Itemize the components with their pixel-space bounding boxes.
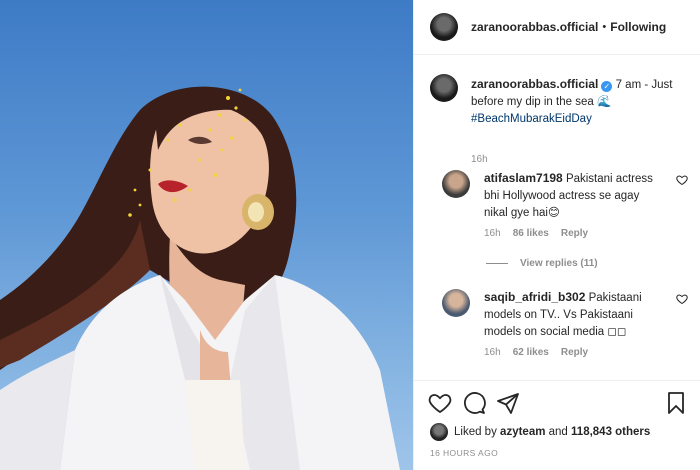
comment-reply-button[interactable]: Reply xyxy=(561,228,588,239)
commenter-username[interactable]: saqib_afridi_b302 xyxy=(484,290,585,304)
bookmark-icon[interactable] xyxy=(664,391,688,418)
photo-illustration xyxy=(0,86,400,470)
commenter-avatar[interactable] xyxy=(442,289,470,317)
verified-icon: ✓ xyxy=(601,81,613,92)
liked-by-prefix: Liked by xyxy=(454,426,497,438)
liker-username[interactable]: azyteam xyxy=(500,426,545,438)
instagram-post: zaranoorabbas.official • Following zaran… xyxy=(0,0,700,470)
following-button[interactable]: Following xyxy=(610,20,666,34)
likes-and: and xyxy=(548,426,568,438)
comment-like-heart-icon[interactable] xyxy=(676,293,688,308)
commenter-avatar[interactable] xyxy=(442,170,470,198)
caption-username[interactable]: zaranoorabbas.official xyxy=(471,77,598,91)
comment-likes[interactable]: 86 likes xyxy=(513,228,549,239)
comment-text-block: saqib_afridi_b302 Pakistaani models on T… xyxy=(484,289,664,341)
post-timestamp[interactable]: 16 HOURS AGO xyxy=(430,448,498,458)
comments-list[interactable]: zaranoorabbas.official ✓ 7 am - Just befo… xyxy=(414,56,700,380)
author-username[interactable]: zaranoorabbas.official xyxy=(471,20,598,34)
likes-summary: Liked by azyteam and 118,843 others xyxy=(430,423,650,441)
comment-reply-button[interactable]: Reply xyxy=(561,347,588,358)
post-side-panel: zaranoorabbas.official • Following zaran… xyxy=(413,0,700,470)
post-photo[interactable] xyxy=(0,0,413,470)
caption-avatar[interactable] xyxy=(430,74,458,102)
comment-likes[interactable]: 62 likes xyxy=(513,347,549,358)
liker-avatar[interactable] xyxy=(430,423,448,441)
wave-emoji: 🌊 xyxy=(596,96,612,108)
comment-meta: 16h 86 likes Reply xyxy=(484,228,588,239)
replies-divider xyxy=(486,263,508,264)
post-actions: Liked by azyteam and 118,843 others 16 H… xyxy=(414,380,700,470)
heart-icon[interactable] xyxy=(428,391,452,418)
comment-meta: 16h 62 likes Reply xyxy=(484,347,588,358)
comment-time[interactable]: 16h xyxy=(484,347,501,358)
share-icon[interactable] xyxy=(496,391,520,418)
view-replies-label[interactable]: View replies (11) xyxy=(520,258,598,269)
commenter-username[interactable]: atifaslam7198 xyxy=(484,171,563,185)
caption-time[interactable]: 16h xyxy=(471,154,488,165)
comment-time[interactable]: 16h xyxy=(484,228,501,239)
separator-dot: • xyxy=(602,21,607,33)
view-replies[interactable]: View replies (11) xyxy=(486,258,598,269)
comment-text-block: atifaslam7198 Pakistani actress bhi Holl… xyxy=(484,170,664,222)
post-header: zaranoorabbas.official • Following xyxy=(414,0,700,55)
comment-icon[interactable] xyxy=(462,391,486,418)
caption-hashtag[interactable]: #BeachMubarakEidDay xyxy=(471,113,592,125)
author-avatar[interactable] xyxy=(430,13,458,41)
action-icons xyxy=(428,391,688,417)
comment-like-heart-icon[interactable] xyxy=(676,174,688,189)
likes-count[interactable]: 118,843 others xyxy=(571,426,650,438)
caption-text-block: zaranoorabbas.official ✓ 7 am - Just befo… xyxy=(471,76,691,128)
